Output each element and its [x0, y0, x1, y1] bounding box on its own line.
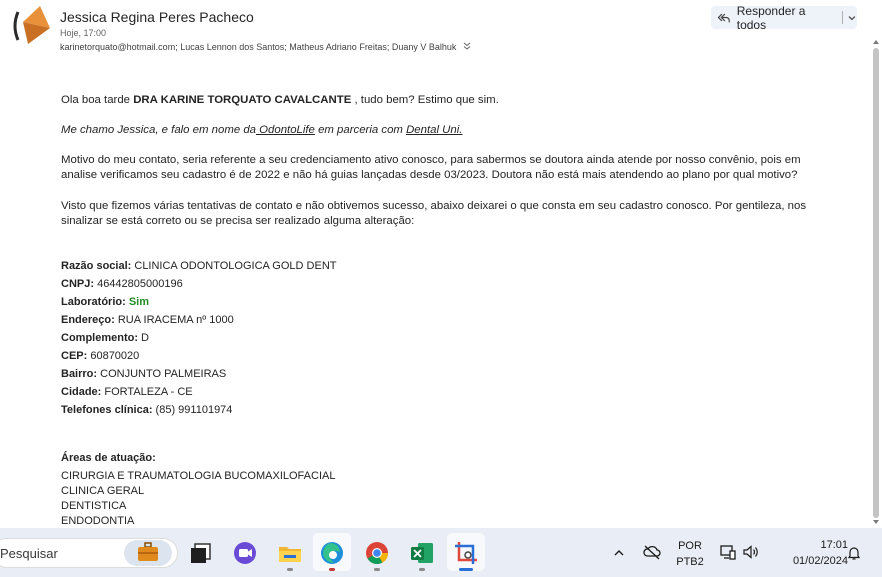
- email-date: Hoje, 17:00: [60, 28, 107, 38]
- chrome-icon[interactable]: [362, 538, 392, 568]
- scroll-down-icon[interactable]: [872, 518, 880, 526]
- field-endereco: Endereço: RUA IRACEMA nº 1000: [61, 314, 234, 326]
- motivo-line-2: analise verificamos seu cadastro é de 20…: [61, 169, 798, 181]
- area-item: CIRURGIA E TRAUMATOLOGIA BUCOMAXILOFACIA…: [61, 470, 336, 482]
- file-explorer-icon[interactable]: [275, 538, 305, 568]
- reply-divider: [842, 11, 844, 24]
- recipients-list: karinetorquato@hotmail.com; Lucas Lennon…: [60, 42, 457, 52]
- chevron-down-icon[interactable]: [847, 13, 857, 23]
- cloud-offline-icon[interactable]: [642, 543, 662, 561]
- input-language-top[interactable]: POR: [674, 540, 706, 552]
- sender-avatar: [10, 4, 54, 48]
- scrollbar-thumb[interactable]: [873, 48, 879, 518]
- snipping-indicator: [459, 568, 473, 571]
- field-complemento: Complemento: D: [61, 332, 149, 344]
- area-item: CLINICA GERAL: [61, 485, 145, 497]
- field-laboratorio: Laboratório: Sim: [61, 296, 150, 308]
- expand-recipients-icon[interactable]: [463, 42, 471, 52]
- input-language-bottom[interactable]: PTB2: [674, 556, 706, 568]
- excel-indicator: [419, 568, 425, 571]
- intro-paragraph: Me chamo Jessica, e falo em nome da Odon…: [61, 124, 463, 136]
- field-cep: CEP: 60870020: [61, 350, 140, 362]
- chevron-up-icon[interactable]: [612, 546, 626, 560]
- edge-icon[interactable]: [317, 538, 347, 568]
- edge-indicator: [329, 568, 335, 571]
- field-razao-social: Razão social: CLINICA ODONTOLOGICA GOLD …: [61, 260, 337, 272]
- field-cnpj: CNPJ: 46442805000196: [61, 278, 183, 290]
- recipient-name: DRA KARINE TORQUATO CAVALCANTE: [133, 94, 352, 106]
- dental-uni-link[interactable]: Dental Uni.: [406, 124, 462, 136]
- reply-all-icon: [717, 13, 730, 22]
- meet-icon[interactable]: [230, 538, 260, 568]
- area-item: DENTISTICA: [61, 500, 127, 512]
- terminal-icon[interactable]: [186, 538, 216, 568]
- odontolife-logo-icon: [13, 6, 50, 44]
- clock-date[interactable]: 01/02/2024: [776, 555, 848, 567]
- areas-title: Áreas de atuação:: [61, 452, 156, 464]
- monitor-icon[interactable]: [719, 543, 737, 561]
- area-item: ENDODONTIA: [61, 515, 135, 527]
- clock-time[interactable]: 17:01: [800, 539, 848, 551]
- notification-bell-icon[interactable]: [846, 545, 862, 561]
- search-placeholder[interactable]: Pesquisar: [0, 546, 58, 561]
- visto-line-1: Visto que fizemos várias tentativas de c…: [61, 200, 807, 212]
- speaker-icon[interactable]: [742, 544, 760, 560]
- reply-all-label: Responder a todos: [736, 3, 806, 32]
- chrome-indicator: [374, 568, 380, 571]
- work-briefcase-icon[interactable]: [134, 540, 162, 566]
- snipping-tool-icon[interactable]: [451, 538, 481, 568]
- motivo-line-1: Motivo do meu contato, seria referente a…: [61, 154, 801, 166]
- visto-line-2: sinalizar se está correto ou se precisa …: [61, 215, 415, 227]
- greeting-paragraph: Ola boa tarde DRA KARINE TORQUATO CAVALC…: [61, 94, 499, 106]
- field-cidade: Cidade: FORTALEZA - CE: [61, 386, 193, 398]
- recipients-line[interactable]: karinetorquato@hotmail.com; Lucas Lennon…: [60, 42, 471, 52]
- file-explorer-indicator: [287, 568, 293, 571]
- field-bairro: Bairro: CONJUNTO PALMEIRAS: [61, 368, 227, 380]
- odontolife-link[interactable]: OdontoLife: [256, 124, 315, 136]
- scroll-up-icon[interactable]: [872, 38, 880, 46]
- reply-all-button[interactable]: Responder a todos: [711, 3, 857, 32]
- sender-name: Jessica Regina Peres Pacheco: [60, 9, 254, 25]
- excel-icon[interactable]: [407, 538, 437, 568]
- field-telefones: Telefones clínica: (85) 991101974: [61, 404, 233, 416]
